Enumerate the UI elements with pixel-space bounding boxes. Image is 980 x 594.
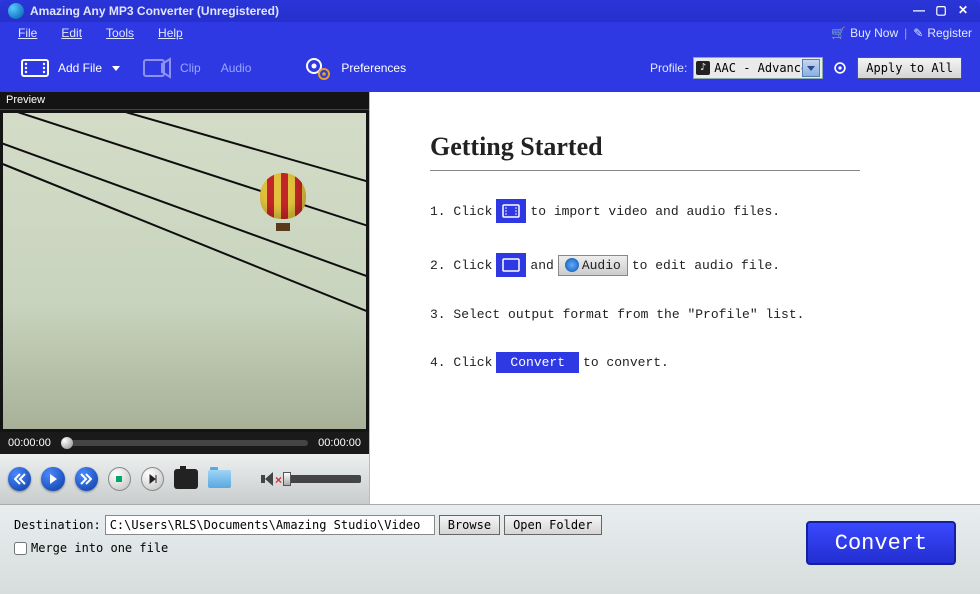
register-link[interactable]: ✎ Register: [913, 26, 972, 40]
register-label: Register: [927, 26, 972, 40]
profile-value: AAC - Advanced: [714, 61, 802, 75]
separator: |: [904, 26, 907, 40]
clip-button: Clip: [140, 54, 201, 82]
panel-title: Getting Started: [430, 132, 930, 162]
browse-button[interactable]: Browse: [439, 515, 500, 535]
app-logo-icon: [8, 3, 24, 19]
open-folder-button[interactable]: Open Folder: [504, 515, 601, 535]
minimize-button[interactable]: —: [910, 4, 928, 18]
seek-slider[interactable]: [61, 440, 308, 446]
menu-edit[interactable]: Edit: [51, 24, 92, 42]
step2-text-a: 2. Click: [430, 258, 492, 273]
preferences-button[interactable]: Preferences: [301, 54, 406, 82]
toolbar: Add File Clip Audio Preferences Profile:: [0, 44, 980, 92]
time-end: 00:00:00: [318, 437, 361, 449]
add-file-button[interactable]: Add File: [18, 54, 120, 82]
film-icon: [496, 253, 526, 277]
destination-input[interactable]: [105, 515, 435, 535]
open-snapshot-folder-button[interactable]: [208, 470, 231, 488]
film-icon: [496, 199, 526, 223]
merge-checkbox-row[interactable]: Merge into one file: [14, 541, 602, 555]
audio-button: Audio: [221, 61, 252, 75]
maximize-button[interactable]: ▢: [932, 4, 950, 18]
play-button[interactable]: [41, 467, 64, 491]
step-4: 4. Click Convert to convert.: [430, 352, 930, 373]
step-2: 2. Click and Audio to edit audio file.: [430, 253, 930, 277]
step-button[interactable]: [141, 467, 164, 491]
titlebar: Amazing Any MP3 Converter (Unregistered)…: [0, 0, 980, 22]
step3-text: 3. Select output format from the "Profil…: [430, 307, 804, 322]
buy-now-link[interactable]: 🛒 Buy Now: [831, 26, 898, 40]
audio-chip: Audio: [558, 255, 628, 276]
chevron-down-icon: [112, 66, 120, 71]
clip-label: Clip: [180, 61, 201, 75]
step2-text-c: to edit audio file.: [632, 258, 780, 273]
app-window: Amazing Any MP3 Converter (Unregistered)…: [0, 0, 980, 594]
destination-row: Destination: Browse Open Folder: [14, 515, 602, 535]
chevron-down-icon: [802, 59, 820, 77]
step4-text-b: to convert.: [583, 355, 669, 370]
time-start: 00:00:00: [8, 437, 51, 449]
balloon-graphic: [260, 173, 306, 229]
scissors-icon: [140, 54, 174, 82]
getting-started-panel: Getting Started 1. Click to import video…: [370, 92, 980, 504]
window-title: Amazing Any MP3 Converter (Unregistered): [30, 4, 906, 18]
cart-icon: 🛒: [831, 26, 846, 40]
snapshot-button[interactable]: [174, 469, 197, 489]
step-1: 1. Click to import video and audio files…: [430, 199, 930, 223]
preview-panel: Preview 00:00:00 00:00:00: [0, 92, 370, 504]
volume-slider[interactable]: [283, 475, 361, 483]
audio-label: Audio: [221, 61, 252, 75]
convert-button[interactable]: Convert: [806, 521, 956, 565]
step1-text-b: to import video and audio files.: [530, 204, 780, 219]
gear-icon: [301, 54, 335, 82]
playback-controls: ×: [0, 454, 369, 504]
step2-text-b: and: [530, 258, 553, 273]
note-icon: ♪: [696, 61, 710, 75]
close-button[interactable]: ✕: [954, 4, 972, 18]
add-file-label: Add File: [58, 61, 102, 75]
audio-chip-label: Audio: [582, 258, 621, 273]
profile-settings-button[interactable]: [829, 57, 851, 79]
volume-control: ×: [261, 471, 361, 487]
film-icon: [18, 54, 52, 82]
preview-title: Preview: [0, 92, 369, 110]
menu-tools[interactable]: Tools: [96, 24, 144, 42]
buy-now-label: Buy Now: [850, 26, 898, 40]
step1-text-a: 1. Click: [430, 204, 492, 219]
preview-image: [3, 113, 366, 429]
mute-icon[interactable]: ×: [261, 471, 277, 487]
menubar: File Edit Tools Help 🛒 Buy Now | ✎ Regis…: [0, 22, 980, 44]
divider: [430, 170, 860, 171]
step-3: 3. Select output format from the "Profil…: [430, 307, 930, 322]
menu-file[interactable]: File: [8, 24, 47, 42]
footer: Destination: Browse Open Folder Merge in…: [0, 504, 980, 594]
audio-icon: [565, 258, 579, 272]
timeline: 00:00:00 00:00:00: [0, 432, 369, 454]
step4-text-a: 4. Click: [430, 355, 492, 370]
content-area: Preview 00:00:00 00:00:00: [0, 92, 980, 504]
next-button[interactable]: [75, 467, 98, 491]
merge-checkbox[interactable]: [14, 542, 27, 555]
prev-button[interactable]: [8, 467, 31, 491]
apply-to-all-button[interactable]: Apply to All: [857, 57, 962, 79]
profile-label: Profile:: [650, 61, 687, 75]
menu-help[interactable]: Help: [148, 24, 193, 42]
stop-button[interactable]: [108, 467, 131, 491]
profile-select[interactable]: ♪ AAC - Advanced: [693, 57, 823, 79]
destination-label: Destination:: [14, 518, 101, 532]
pen-icon: ✎: [913, 26, 923, 40]
convert-chip: Convert: [496, 352, 579, 373]
merge-label: Merge into one file: [31, 541, 168, 555]
preferences-label: Preferences: [341, 61, 406, 75]
